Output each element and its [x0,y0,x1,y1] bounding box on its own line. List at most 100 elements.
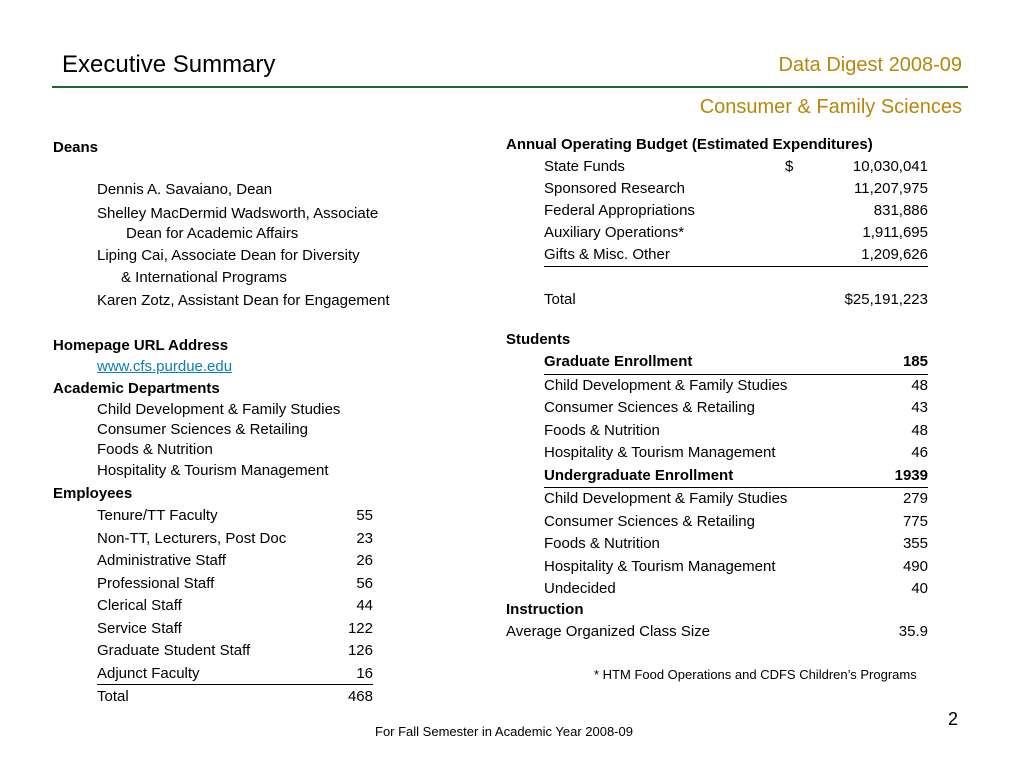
employee-label: Service Staff [97,619,182,637]
employee-value: 468 [347,688,373,705]
employee-value: 16 [356,664,373,682]
employee-row: Clerical Staff 44 [97,596,373,619]
student-row: Child Development & Family Studies 48 [544,376,928,399]
student-value: 48 [911,376,928,394]
employee-row: Non-TT, Lecturers, Post Doc 23 [97,529,373,552]
budget-total-value: $25,191,223 [844,291,928,308]
instruction-value: 35.9 [898,623,928,640]
instruction-label: Average Organized Class Size [506,623,710,640]
students-heading: Students [506,331,571,348]
student-label: Consumer Sciences & Retailing [544,399,755,416]
budget-table: State Funds $ 10,030,041 Sponsored Resea… [544,157,928,267]
student-label: Foods & Nutrition [544,535,660,552]
student-row: Foods & Nutrition 355 [544,534,928,557]
student-value: 355 [902,535,928,552]
budget-row: State Funds $ 10,030,041 [544,157,928,179]
student-label: Undecided [544,580,616,597]
employee-label: Administrative Staff [97,552,226,569]
budget-value: 11,207,975 [854,180,928,197]
header-divider [52,86,968,88]
budget-label: Sponsored Research [544,180,685,197]
budget-value: 1,911,695 [862,224,928,241]
student-value: 490 [902,557,928,575]
budget-label: Federal Appropriations [544,202,695,219]
employee-label: Tenure/TT Faculty [97,507,218,524]
budget-total-label: Total [544,291,576,308]
employee-label: Non-TT, Lecturers, Post Doc [97,529,287,547]
budget-value: 1,209,626 [861,246,928,263]
department-item: Child Development & Family Studies [97,401,341,418]
student-value: 775 [902,512,928,530]
student-row: Consumer Sciences & Retailing 775 [544,512,928,535]
page-title: Executive Summary [62,51,276,78]
budget-row: Gifts & Misc. Other 1,209,626 [544,245,928,267]
enrollment-value: 185 [902,353,928,370]
employee-row: Professional Staff 56 [97,574,373,597]
page-number: 2 [948,709,959,729]
enrollment-label: Graduate Enrollment [544,353,693,370]
employee-row: Tenure/TT Faculty 55 [97,506,373,529]
student-label: Foods & Nutrition [544,421,660,439]
graduate-enrollment-row: Graduate Enrollment 185 [544,352,928,375]
student-value: 48 [911,421,928,439]
department-item: Hospitality & Tourism Management [97,462,329,479]
student-value: 46 [911,444,928,461]
student-label: Hospitality & Tourism Management [544,557,776,575]
student-value: 40 [911,580,928,597]
employee-total-row: Total 468 [97,687,373,710]
dollar-sign: $ [785,158,794,175]
employees-table: Tenure/TT Faculty 55 Non-TT, Lecturers, … [97,506,373,710]
instruction-row: Average Organized Class Size 35.9 [506,622,928,642]
department-name: Consumer & Family Sciences [699,96,962,118]
budget-value: 831,886 [873,202,928,219]
budget-value: 10,030,041 [852,158,928,175]
budget-row: Auxiliary Operations* 1,911,695 [544,223,928,245]
student-label: Consumer Sciences & Retailing [544,512,755,530]
student-row: Hospitality & Tourism Management 490 [544,557,928,580]
department-item: Foods & Nutrition [97,441,213,458]
employee-row: Graduate Student Staff 126 [97,641,373,664]
enrollment-value: 1939 [894,466,928,484]
academic-departments-heading: Academic Departments [53,380,220,397]
undergraduate-enrollment-row: Undergraduate Enrollment 1939 [544,466,928,488]
instruction-heading: Instruction [506,601,584,618]
employee-value: 56 [356,574,373,592]
student-label: Hospitality & Tourism Management [544,444,776,461]
budget-row: Sponsored Research 11,207,975 [544,179,928,201]
employee-value: 126 [347,642,373,659]
homepage-link[interactable]: www.cfs.purdue.edu [97,357,232,377]
employee-row: Service Staff 122 [97,619,373,642]
student-value: 279 [902,490,928,507]
budget-label: Gifts & Misc. Other [544,246,670,263]
enrollment-label: Undergraduate Enrollment [544,466,734,484]
employee-label: Graduate Student Staff [97,642,251,659]
employee-label: Total [97,688,129,705]
employee-value: 44 [356,597,373,614]
employee-label: Professional Staff [97,574,215,592]
dean-line: Dean for Academic Affairs [126,225,299,242]
budget-label: State Funds [544,158,625,175]
dean-line: & International Programs [121,269,287,286]
budget-row: Federal Appropriations 831,886 [544,201,928,223]
dean-line: Liping Cai, Associate Dean for Diversity [97,247,360,264]
dean-line: Shelley MacDermid Wadsworth, Associate [97,205,379,222]
student-row: Consumer Sciences & Retailing 43 [544,398,928,421]
footnote: * HTM Food Operations and CDFS Children’… [594,667,917,682]
employee-value: 23 [356,529,373,547]
deans-heading: Deans [53,139,99,156]
students-table: Graduate Enrollment 185 Child Developmen… [544,352,928,602]
employee-value: 26 [356,552,373,569]
employee-row: Adjunct Faculty 16 [97,664,373,685]
department-item: Consumer Sciences & Retailing [97,421,308,438]
student-label: Child Development & Family Studies [544,490,788,507]
homepage-heading: Homepage URL Address [53,337,229,354]
employee-value: 55 [356,507,373,524]
budget-heading: Annual Operating Budget (Estimated Expen… [506,136,873,153]
footer-text: For Fall Semester in Academic Year 2008-… [375,724,633,739]
student-row: Child Development & Family Studies 279 [544,489,928,512]
student-value: 43 [911,399,928,416]
budget-label: Auxiliary Operations* [544,224,685,241]
employees-heading: Employees [53,485,133,502]
dean-line: Karen Zotz, Assistant Dean for Engagemen… [97,292,390,309]
budget-total-row: Total $25,191,223 [544,290,928,310]
